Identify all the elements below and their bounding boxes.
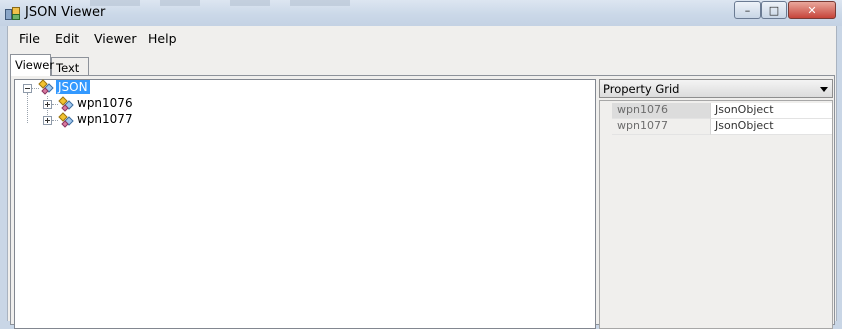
- menu-edit[interactable]: Edit: [55, 31, 79, 46]
- tab-viewer[interactable]: Viewer: [10, 54, 54, 76]
- tab-text[interactable]: Text: [51, 57, 89, 77]
- json-node-icon: [38, 79, 54, 95]
- menu-file[interactable]: File: [19, 31, 40, 46]
- property-grid[interactable]: wpn1076 JsonObject wpn1077 JsonObject: [599, 100, 833, 329]
- row-gutter: [600, 119, 612, 135]
- tree-node[interactable]: wpn1077: [15, 112, 165, 128]
- background-window-strip: [230, 0, 270, 6]
- close-icon: ✕: [807, 3, 817, 17]
- property-grid-selector[interactable]: Property Grid: [599, 79, 833, 98]
- tree-node-root[interactable]: JSON: [15, 79, 135, 96]
- maximize-icon: □: [768, 3, 780, 17]
- tree-node-label: wpn1076: [77, 96, 133, 110]
- tree-node[interactable]: wpn1076: [15, 96, 165, 112]
- json-object-icon: [58, 96, 74, 112]
- viewer-tab-panel: JSON wpn1076 wpn1077 Property Grid wpn10…: [10, 75, 835, 329]
- minimize-icon: –: [744, 3, 751, 17]
- menu-help[interactable]: Help: [148, 31, 177, 46]
- expand-icon[interactable]: [43, 116, 52, 125]
- property-name: wpn1076: [612, 103, 710, 119]
- json-tree-view[interactable]: JSON wpn1076 wpn1077: [14, 79, 596, 329]
- property-name: wpn1077: [612, 119, 710, 135]
- maximize-button[interactable]: □: [761, 1, 787, 19]
- menu-viewer[interactable]: Viewer: [94, 31, 137, 46]
- property-panel: Property Grid wpn1076 JsonObject wpn1077…: [599, 79, 833, 329]
- minimize-button[interactable]: –: [734, 1, 761, 19]
- row-gutter: [600, 103, 612, 119]
- window-title: JSON Viewer: [25, 5, 106, 20]
- main-area: Viewer Text JSON wpn1076 wpn1077 Propert…: [7, 51, 837, 329]
- menu-bar: File Edit Viewer Help: [7, 26, 837, 51]
- background-window-strip: [290, 0, 350, 6]
- collapse-icon[interactable]: [23, 84, 32, 93]
- property-row[interactable]: wpn1077 JsonObject: [600, 119, 832, 135]
- json-object-icon: [58, 112, 74, 128]
- json-viewer-app-icon: [5, 7, 20, 20]
- tree-node-label: JSON: [56, 80, 90, 94]
- property-value[interactable]: JsonObject: [710, 119, 832, 135]
- expand-icon[interactable]: [43, 100, 52, 109]
- property-value[interactable]: JsonObject: [710, 103, 832, 119]
- background-window-strip: [160, 0, 200, 6]
- chevron-down-icon[interactable]: [820, 87, 828, 92]
- property-grid-title: Property Grid: [603, 82, 680, 96]
- tree-node-label: wpn1077: [77, 112, 133, 126]
- property-row[interactable]: wpn1076 JsonObject: [600, 103, 832, 119]
- close-button[interactable]: ✕: [788, 1, 836, 19]
- title-bar[interactable]: JSON Viewer – □ ✕: [0, 0, 842, 26]
